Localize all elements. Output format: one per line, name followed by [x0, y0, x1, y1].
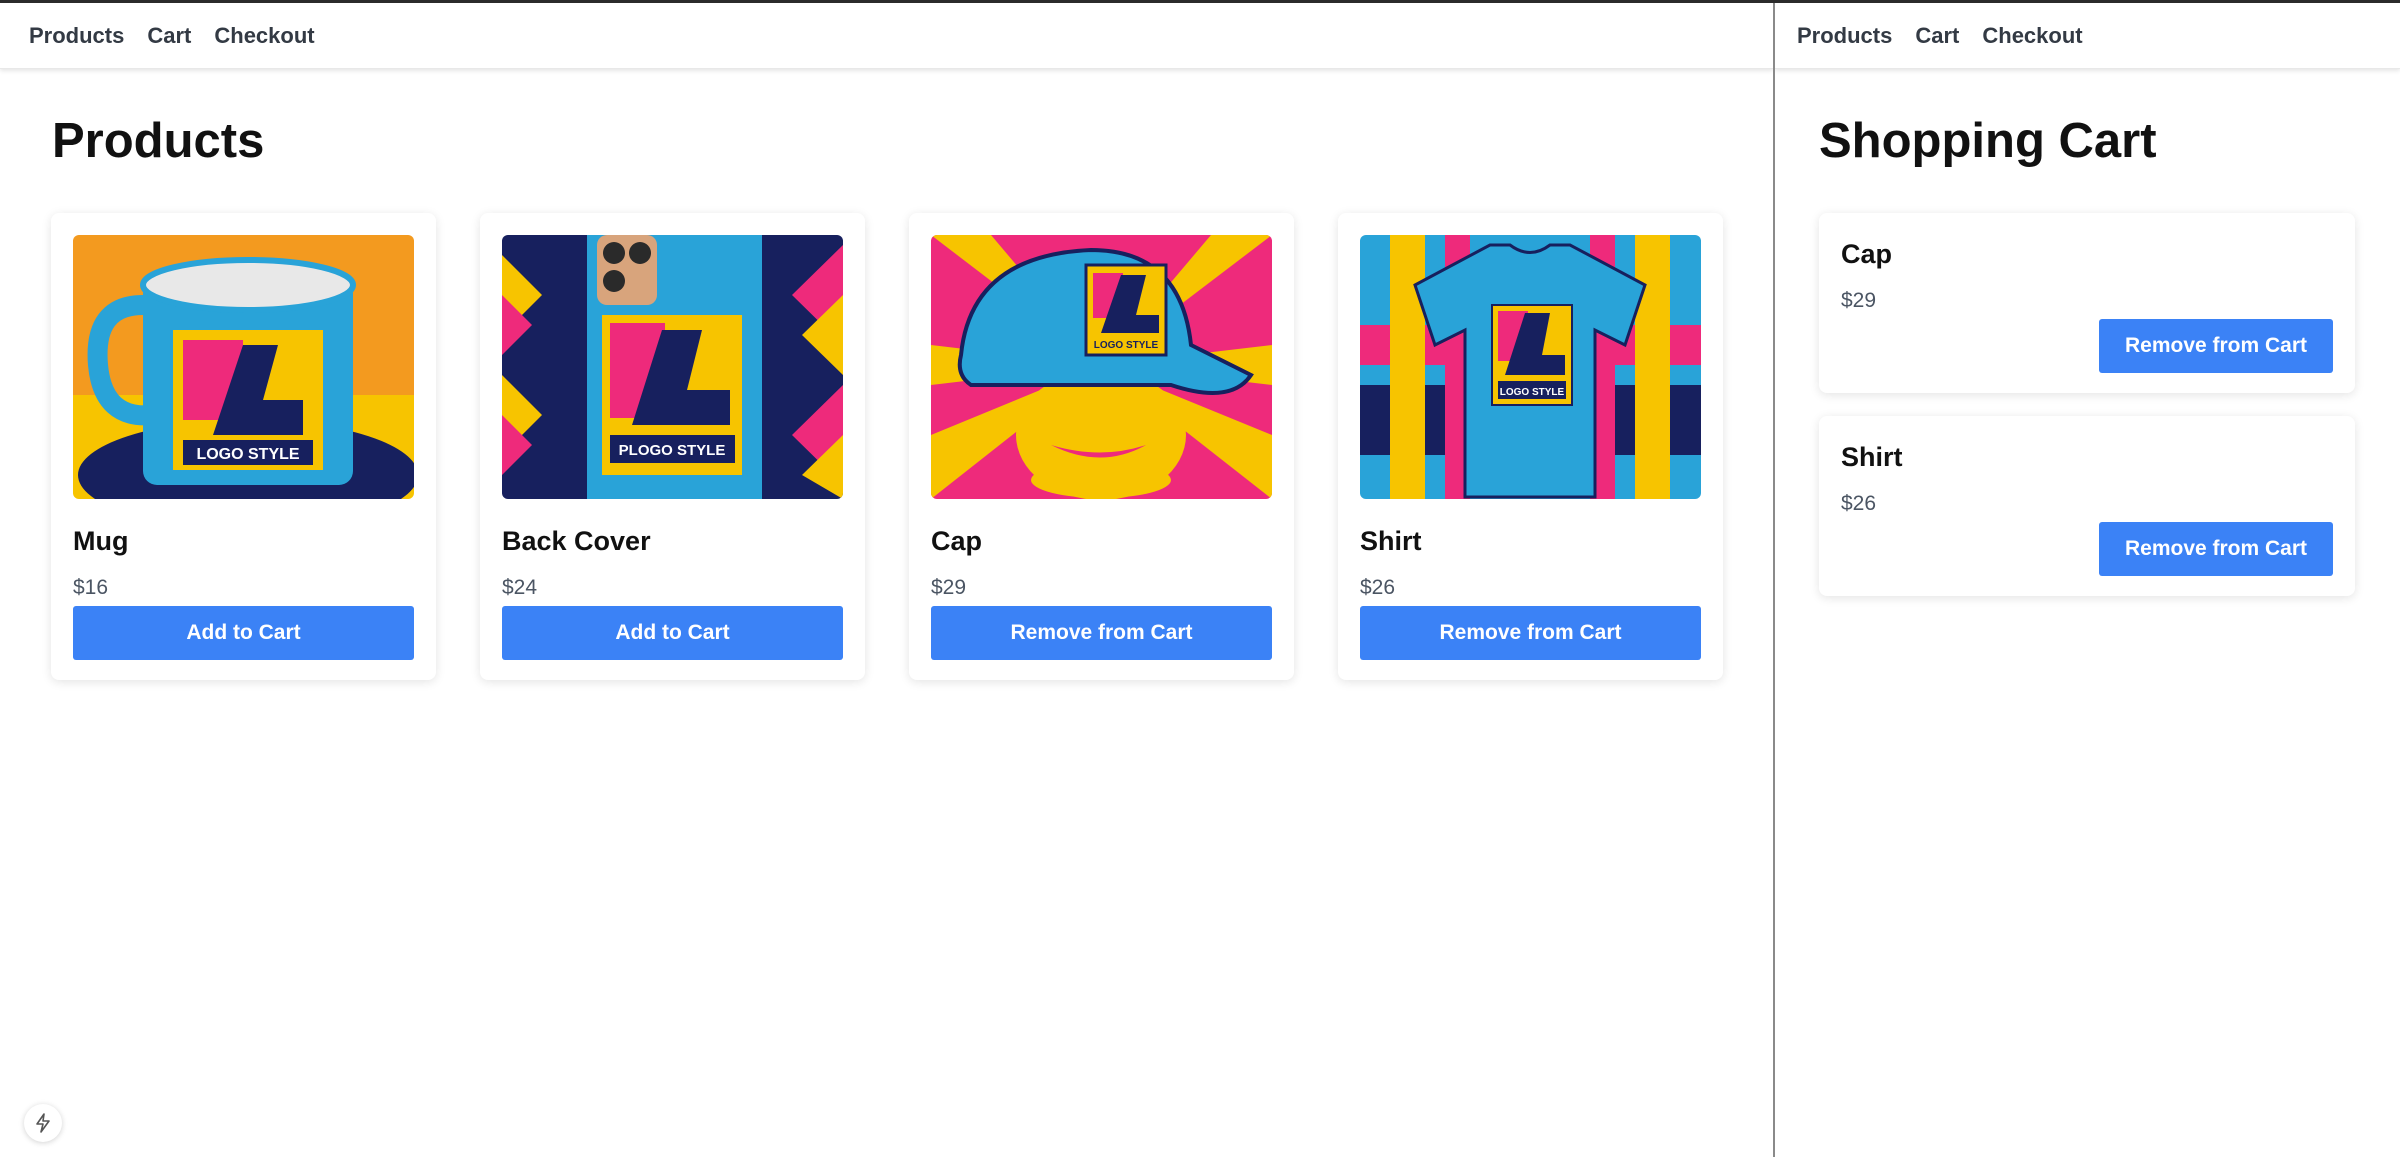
cart-item-price: $26 [1841, 492, 1877, 515]
product-card-cap: LOGO STYLE Cap $29 Remove from Cart [909, 213, 1294, 680]
nav-link-checkout[interactable]: Checkout [214, 23, 314, 49]
product-card-shirt: LOGO STYLE Shirt $26 Remove from Cart [1338, 213, 1723, 680]
product-price: $26 [1360, 576, 1396, 599]
remove-from-cart-button[interactable]: Remove from Cart [2099, 319, 2333, 373]
cart-item-name: Shirt [1841, 442, 1903, 472]
product-image-back-cover: PLOGO STYLE [502, 235, 843, 499]
svg-text:LOGO STYLE: LOGO STYLE [196, 446, 299, 463]
products-pane: Products Cart Checkout Products LOGO STY… [0, 3, 1773, 1157]
svg-text:PLOGO STYLE: PLOGO STYLE [619, 442, 726, 459]
remove-from-cart-button[interactable]: Remove from Cart [931, 606, 1272, 660]
product-name: Cap [931, 526, 983, 556]
navbar: Products Cart Checkout [0, 3, 1773, 69]
product-image-shirt: LOGO STYLE [1360, 235, 1701, 499]
svg-text:LOGO STYLE: LOGO STYLE [1500, 387, 1565, 398]
cart-item-cap: Cap $29 Remove from Cart [1819, 213, 2355, 393]
page-title: Products [52, 114, 265, 168]
lightning-bolt-icon[interactable] [24, 1104, 62, 1142]
product-name: Back Cover [502, 526, 651, 556]
page-title: Shopping Cart [1819, 114, 2157, 168]
nav-link-checkout[interactable]: Checkout [1982, 23, 2082, 49]
product-image-mug: LOGO STYLE [73, 235, 414, 499]
product-image-cap: LOGO STYLE [931, 235, 1272, 499]
product-price: $29 [931, 576, 967, 599]
add-to-cart-button[interactable]: Add to Cart [73, 606, 414, 660]
product-card-mug: LOGO STYLE Mug $16 Add to Cart [51, 213, 436, 680]
product-grid: LOGO STYLE Mug $16 Add to Cart PLOGO STY… [51, 213, 1723, 680]
cart-item-price: $29 [1841, 289, 1877, 312]
product-price: $24 [502, 576, 538, 599]
svg-text:LOGO STYLE: LOGO STYLE [1094, 340, 1159, 351]
product-name: Shirt [1360, 526, 1422, 556]
cart-item-name: Cap [1841, 239, 1893, 269]
navbar: Products Cart Checkout [1775, 3, 2400, 69]
nav-link-products[interactable]: Products [1797, 23, 1892, 49]
nav-link-cart[interactable]: Cart [147, 23, 191, 49]
add-to-cart-button[interactable]: Add to Cart [502, 606, 843, 660]
cart-pane: Products Cart Checkout Shopping Cart Cap… [1775, 3, 2400, 1157]
cart-item-shirt: Shirt $26 Remove from Cart [1819, 416, 2355, 596]
remove-from-cart-button[interactable]: Remove from Cart [1360, 606, 1701, 660]
product-price: $16 [73, 576, 109, 599]
remove-from-cart-button[interactable]: Remove from Cart [2099, 522, 2333, 576]
nav-link-products[interactable]: Products [29, 23, 124, 49]
product-card-back-cover: PLOGO STYLE Back Cover $24 Add to Cart [480, 213, 865, 680]
product-name: Mug [73, 526, 129, 556]
nav-link-cart[interactable]: Cart [1915, 23, 1959, 49]
